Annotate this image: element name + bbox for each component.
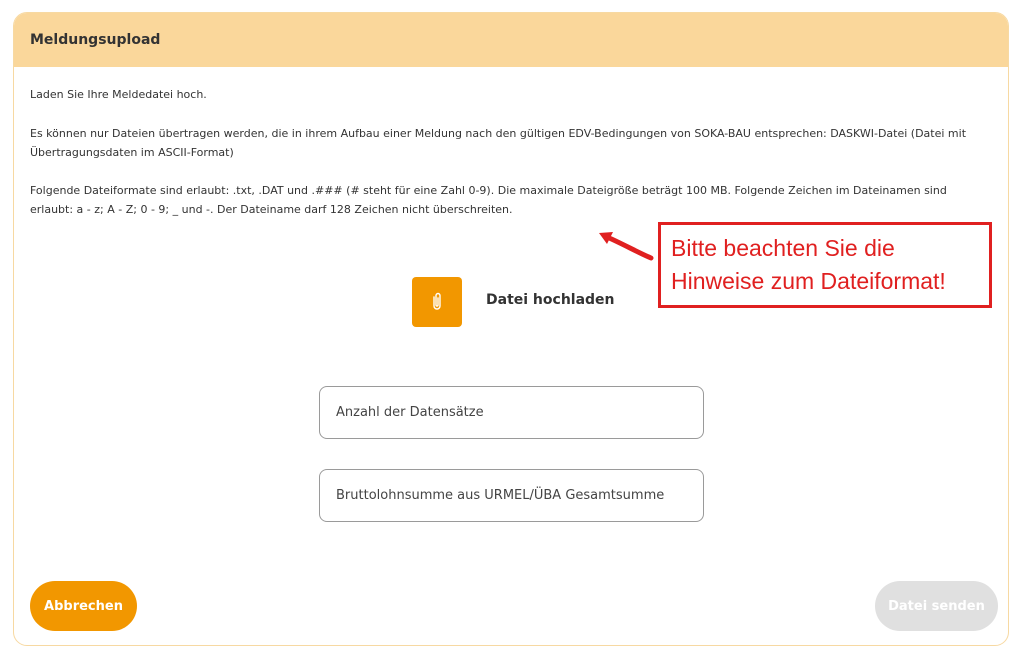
meldungsupload-panel: Meldungsupload Laden Sie Ihre Meldedatei… <box>13 12 1009 646</box>
upload-file-label[interactable]: Datei hochladen <box>486 292 615 308</box>
annotation-box: Bitte beachten Sie die Hinweise zum Date… <box>658 222 992 308</box>
paperclip-icon <box>433 292 441 310</box>
annotation-arrow-icon <box>599 232 654 261</box>
panel-title: Meldungsupload <box>30 32 161 48</box>
cancel-button[interactable]: Abbrechen <box>30 581 137 631</box>
send-file-button[interactable]: Datei senden <box>875 581 998 631</box>
annotation-line-2: Hinweise zum Dateiformat! <box>671 268 946 294</box>
annotation-text: Bitte beachten Sie die Hinweise zum Date… <box>671 232 946 298</box>
gross-wage-sum-field[interactable]: Bruttolohnsumme aus URMEL/ÜBA Gesamtsumm… <box>319 469 704 522</box>
annotation-line-1: Bitte beachten Sie die <box>671 235 895 261</box>
panel-header: Meldungsupload <box>14 13 1008 67</box>
info-text-requirements: Es können nur Dateien übertragen werden,… <box>30 127 967 159</box>
info-text-intro: Laden Sie Ihre Meldedatei hoch. <box>30 88 207 101</box>
info-text-formats: Folgende Dateiformate sind erlaubt: .txt… <box>30 184 947 216</box>
upload-file-button[interactable] <box>412 277 462 327</box>
record-count-field[interactable]: Anzahl der Datensätze <box>319 386 704 439</box>
